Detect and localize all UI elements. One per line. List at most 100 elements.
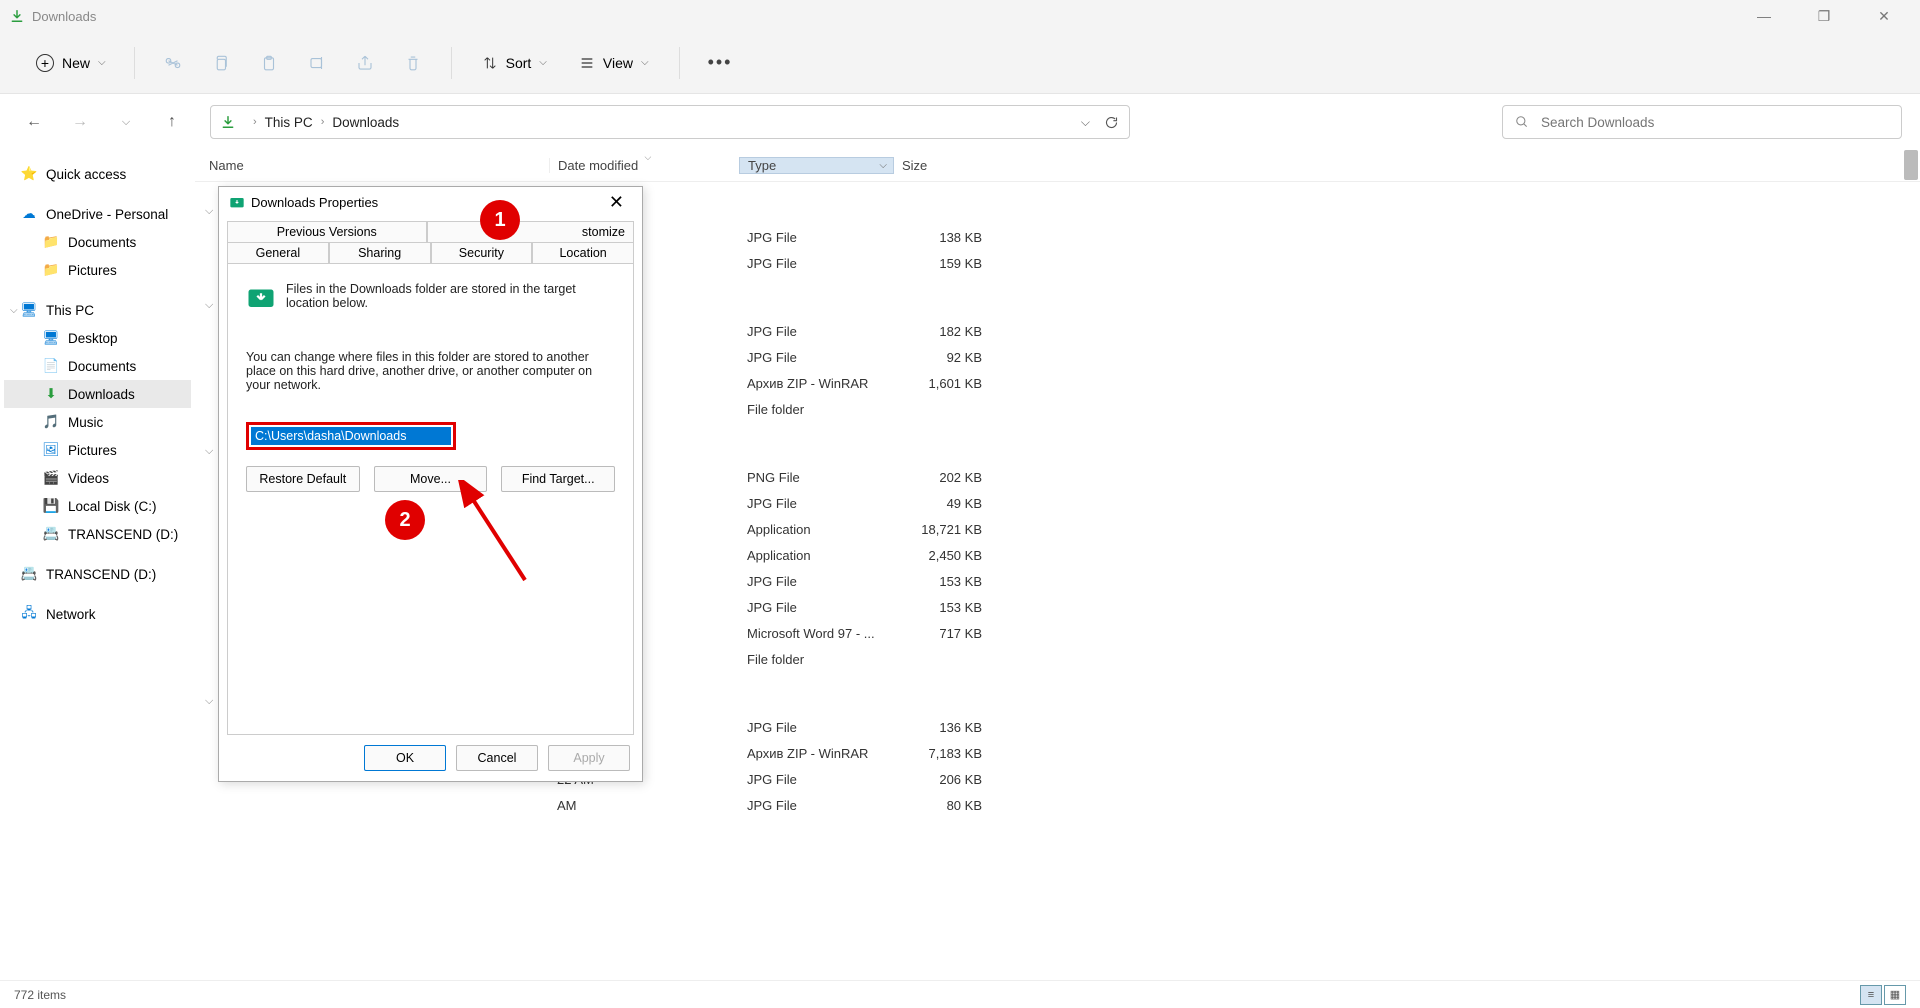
sidebar-item-network[interactable]: 🖧 Network [4,600,191,628]
sidebar-item-local-disk[interactable]: 💾 Local Disk (C:) [4,492,191,520]
sort-button[interactable]: Sort ⌵ [470,49,559,77]
sidebar-item-pictures[interactable]: 🖼 Pictures [4,436,191,464]
more-button[interactable]: ••• [698,52,743,73]
sidebar-label: TRANSCEND (D:) [46,567,156,582]
breadcrumb-downloads[interactable]: Downloads [332,115,399,130]
status-items: 772 items [14,988,66,1002]
sidebar-item-music[interactable]: 🎵 Music [4,408,191,436]
sidebar-item-transcend-2[interactable]: 📇 TRANSCEND (D:) [4,560,191,588]
recent-dropdown[interactable]: ⌵ [110,106,142,138]
dialog-titlebar: Downloads Properties ✕ [219,187,642,217]
paste-button[interactable] [249,43,289,83]
sidebar-label: Local Disk (C:) [68,499,157,514]
titlebar: Downloads — ❐ ✕ [0,0,1920,32]
download-icon [221,115,235,129]
view-icon [579,55,595,71]
address-dropdown[interactable]: ⌵ [1081,115,1090,130]
chevron-down-icon: ⌵ [641,57,649,68]
tab-security[interactable]: Security [431,242,533,263]
sidebar-label: Quick access [46,167,126,182]
sidebar-label: Desktop [68,331,118,346]
new-button[interactable]: + New ⌵ [26,48,116,78]
column-headers: Name ⌵Date modified Type⌵ Size [195,150,1920,182]
sidebar-item-onedrive[interactable]: ☁ OneDrive - Personal [4,200,191,228]
copy-button[interactable] [201,43,241,83]
dialog-info-text-2: You can change where files in this folde… [246,350,615,392]
chevron-down-icon: ⌵ [539,57,547,68]
plus-icon: + [36,54,54,72]
refresh-button[interactable] [1104,115,1119,130]
star-icon: ⭐ [20,166,38,182]
breadcrumb-this-pc[interactable]: This PC [265,115,313,130]
view-button[interactable]: View ⌵ [567,49,661,77]
back-button[interactable]: ← [18,106,50,138]
download-icon: ⬇ [42,386,60,402]
column-size[interactable]: Size [894,158,994,173]
sidebar-item-documents[interactable]: 📁 Documents [4,228,191,256]
search-input[interactable] [1541,115,1889,130]
search-box[interactable] [1502,105,1902,139]
cut-button[interactable] [153,43,193,83]
network-icon: 🖧 [20,603,38,626]
tab-previous-versions[interactable]: Previous Versions [227,221,427,242]
sidebar-item-desktop[interactable]: 🖥 Desktop [4,324,191,352]
sidebar-item-quick-access[interactable]: ⭐ Quick access [4,160,191,188]
folder-icon: 📁 [42,234,60,250]
ok-button[interactable]: OK [364,745,446,771]
maximize-button[interactable]: ❐ [1804,8,1844,25]
cancel-button[interactable]: Cancel [456,745,538,771]
column-name[interactable]: Name [209,158,549,173]
dialog-body: Files in the Downloads folder are stored… [227,263,634,735]
separator [679,47,680,79]
new-label: New [62,55,90,71]
details-view-button[interactable]: ≡ [1860,985,1882,1005]
properties-dialog: Downloads Properties ✕ Previous Versions… [218,186,643,782]
videos-icon: 🎬 [42,470,60,486]
dialog-close-button[interactable]: ✕ [601,190,632,215]
sidebar-label: Documents [68,359,136,374]
desktop-icon: 🖥 [42,330,60,346]
sidebar-item-pictures[interactable]: 📁 Pictures [4,256,191,284]
sidebar-label: Downloads [68,387,135,402]
sidebar-label: Documents [68,235,136,250]
folder-icon: 📁 [42,262,60,278]
sort-icon [482,55,498,71]
sidebar-item-videos[interactable]: 🎬 Videos [4,464,191,492]
chevron-down-icon[interactable]: ⌵ [10,305,18,316]
close-button[interactable]: ✕ [1864,8,1904,25]
sidebar-item-this-pc[interactable]: ⌵ 🖥 This PC [4,296,191,324]
minimize-button[interactable]: — [1744,8,1784,25]
music-icon: 🎵 [42,414,60,430]
scrollbar-thumb[interactable] [1904,150,1918,180]
annotation-arrow [440,480,540,590]
tab-customize[interactable]: stomize [427,221,635,242]
sidebar-item-documents[interactable]: 📄 Documents [4,352,191,380]
address-bar[interactable]: › This PC › Downloads ⌵ [210,105,1130,139]
monitor-icon: 🖥 [20,302,38,318]
apply-button[interactable]: Apply [548,745,630,771]
sidebar-label: TRANSCEND (D:) [68,527,178,542]
location-path-input[interactable] [251,427,451,445]
restore-default-button[interactable]: Restore Default [246,466,360,492]
column-date[interactable]: ⌵Date modified [549,158,739,173]
tab-sharing[interactable]: Sharing [329,242,431,263]
forward-button[interactable]: → [64,106,96,138]
table-row[interactable]: AM JPG File 80 KB [209,792,1920,818]
sidebar-item-downloads[interactable]: ⬇ Downloads [4,380,191,408]
drive-icon: 📇 [20,566,38,582]
tab-location[interactable]: Location [532,242,634,263]
statusbar: 772 items ≡ ▦ [0,980,1920,1008]
thumbnails-view-button[interactable]: ▦ [1884,985,1906,1005]
sidebar-item-transcend[interactable]: 📇 TRANSCEND (D:) [4,520,191,548]
column-type[interactable]: Type⌵ [739,157,894,174]
up-button[interactable]: ↑ [156,106,188,138]
tab-general[interactable]: General [227,242,329,263]
documents-icon: 📄 [42,358,60,374]
sidebar-label: This PC [46,303,94,318]
delete-button[interactable] [393,43,433,83]
cloud-icon: ☁ [20,206,38,222]
pictures-icon: 🖼 [42,442,60,458]
rename-button[interactable] [297,43,337,83]
annotation-circle-2: 2 [385,500,425,540]
share-button[interactable] [345,43,385,83]
